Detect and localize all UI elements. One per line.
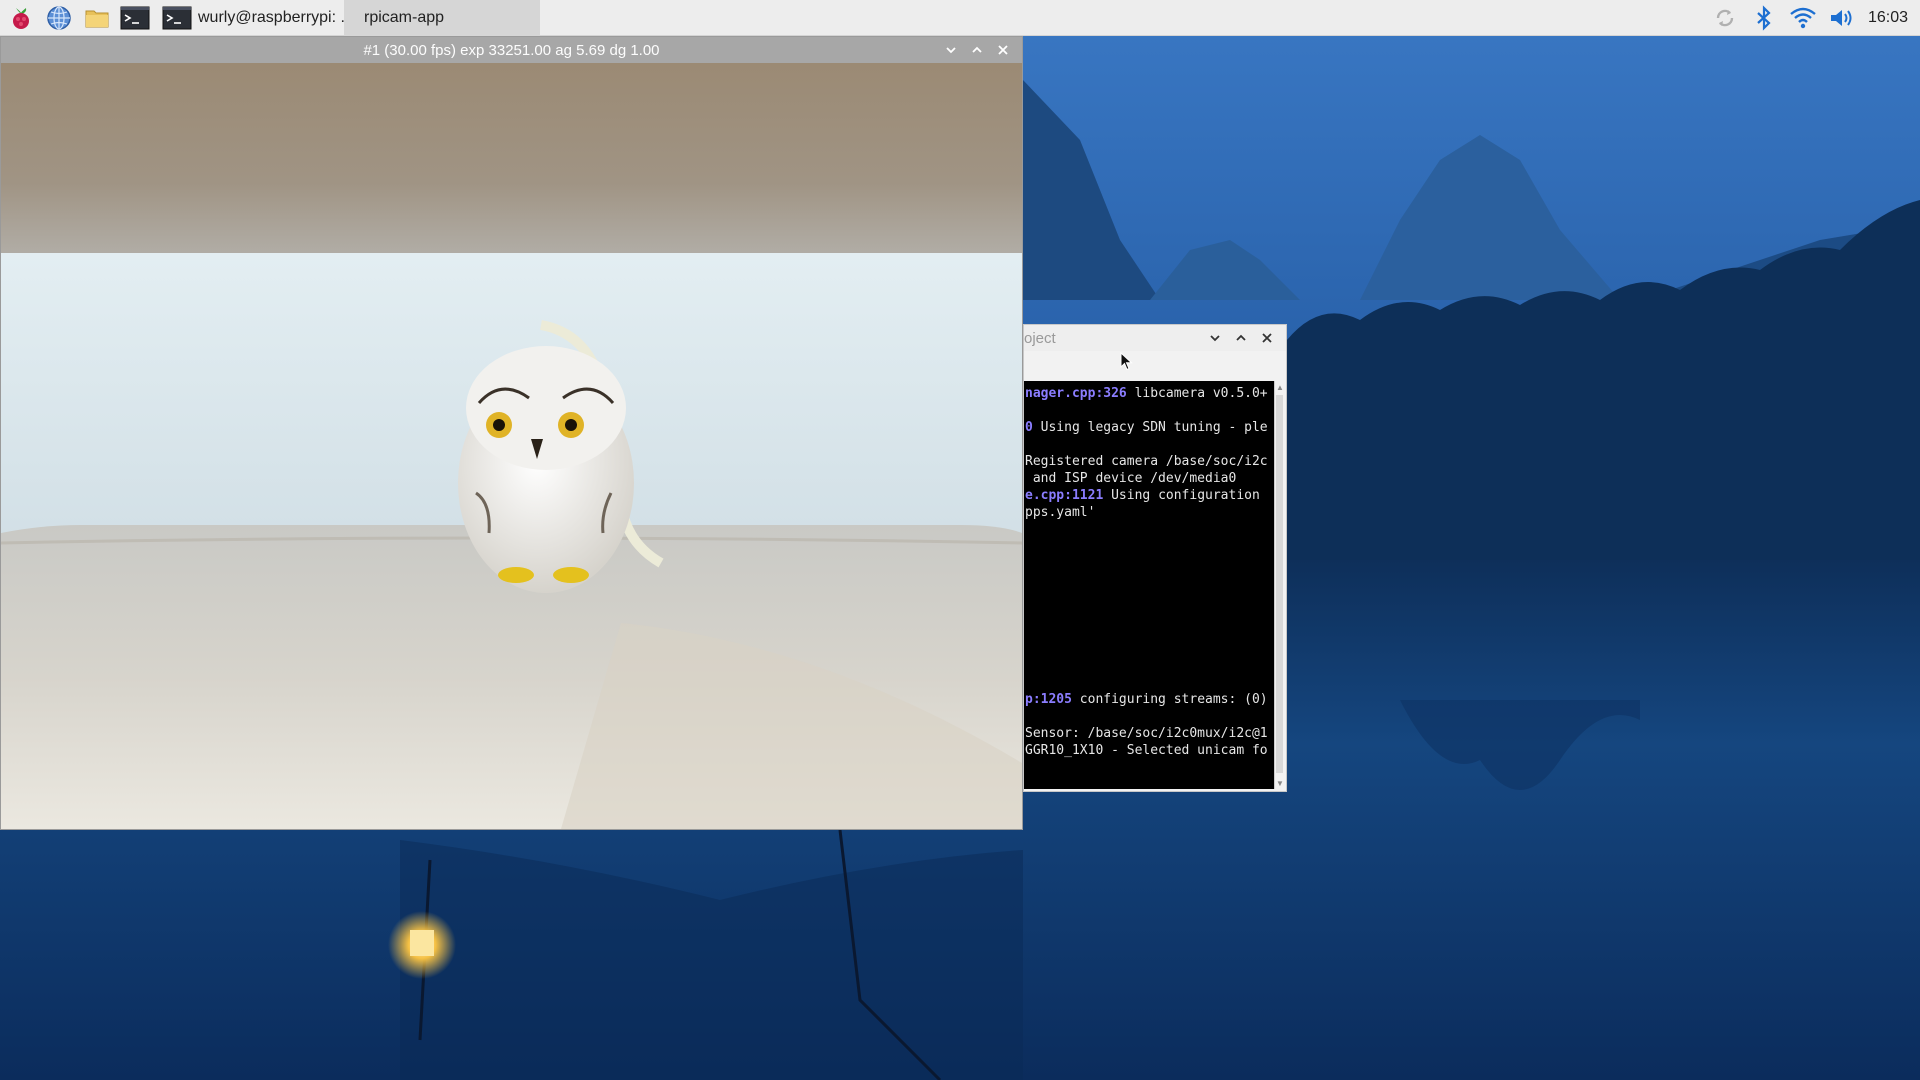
- update-sync-icon[interactable]: [1710, 3, 1740, 33]
- volume-icon[interactable]: [1827, 3, 1857, 33]
- camera-preview-window[interactable]: #1 (30.00 fps) exp 33251.00 ag 5.69 dg 1…: [0, 36, 1023, 830]
- minimize-button[interactable]: [1202, 325, 1228, 351]
- terminal-output[interactable]: nager.cpp:326 libcamera v0.5.0+ 0 Using l…: [1024, 381, 1274, 789]
- chevron-down-icon: [946, 47, 956, 54]
- preview-titlebar[interactable]: #1 (30.00 fps) exp 33251.00 ag 5.69 dg 1…: [1, 37, 1022, 63]
- maximize-button[interactable]: [1228, 325, 1254, 351]
- taskbar: wurly@raspberrypi: ... rpicam-app 16:03: [0, 0, 1920, 36]
- terminal-line-text: Sensor: /base/soc/i2c0mux/i2c@1: [1025, 726, 1268, 741]
- minimize-button[interactable]: [938, 37, 964, 63]
- task-terminal-label: wurly@raspberrypi: ...: [198, 8, 344, 26]
- scroll-up-icon[interactable]: ▲: [1275, 381, 1285, 393]
- chevron-down-icon: [1210, 335, 1220, 342]
- terminal-line: p:1205 configuring streams: (0): [1025, 691, 1274, 708]
- task-terminal[interactable]: wurly@raspberrypi: ...: [154, 0, 344, 36]
- preview-window-title: #1 (30.00 fps) exp 33251.00 ag 5.69 dg 1…: [363, 41, 660, 59]
- terminal-window[interactable]: oject nager.cpp:326 libcamera v0.5.0+ 0 U…: [1023, 324, 1287, 792]
- web-browser-icon[interactable]: [42, 1, 76, 35]
- terminal-titlebar[interactable]: oject: [1024, 325, 1286, 351]
- terminal-source-ref: p:1205: [1025, 692, 1072, 707]
- terminal-source-ref: nager.cpp:326: [1025, 386, 1127, 401]
- terminal-line-text: libcamera v0.5.0+: [1126, 386, 1268, 401]
- system-tray: 16:03: [1710, 0, 1920, 36]
- window-controls: [938, 37, 1016, 63]
- terminal-menubar: [1024, 351, 1286, 379]
- terminal-source-ref: 0: [1025, 420, 1033, 435]
- terminal-line-text: configuring streams: (0): [1071, 692, 1268, 707]
- close-icon: [1262, 333, 1272, 343]
- terminal-icon[interactable]: [118, 1, 152, 35]
- terminal-scrollbar[interactable]: ▲ ▼: [1274, 381, 1284, 789]
- close-button[interactable]: [990, 37, 1016, 63]
- task-rpicam-label: rpicam-app: [364, 8, 445, 26]
- terminal-window-title: oject: [1024, 329, 1056, 347]
- close-icon: [998, 45, 1008, 55]
- terminal-line: and ISP device /dev/media0: [1025, 470, 1274, 487]
- terminal-line: nager.cpp:326 libcamera v0.5.0+: [1025, 385, 1274, 402]
- camera-preview-image: [1, 63, 1022, 829]
- scrollbar-thumb[interactable]: [1276, 395, 1283, 773]
- maximize-button[interactable]: [964, 37, 990, 63]
- terminal-line-text: Registered camera /base/soc/i2c: [1025, 454, 1268, 469]
- terminal-line-text: Using legacy SDN tuning - ple: [1032, 420, 1268, 435]
- chevron-up-icon: [1236, 334, 1246, 341]
- chevron-up-icon: [972, 46, 982, 53]
- terminal-line-text: Using configuration: [1103, 488, 1260, 503]
- wifi-icon[interactable]: [1788, 3, 1818, 33]
- terminal-line-text: GGR10_1X10 - Selected unicam fo: [1025, 743, 1268, 758]
- terminal-line: 0 Using legacy SDN tuning - ple: [1025, 419, 1274, 436]
- mouse-pointer-icon: [1120, 351, 1134, 377]
- file-manager-icon[interactable]: [80, 1, 114, 35]
- task-rpicam-app[interactable]: rpicam-app: [344, 0, 540, 36]
- terminal-line-text: pps.yaml': [1025, 505, 1096, 520]
- terminal-line: Sensor: /base/soc/i2c0mux/i2c@1: [1025, 725, 1274, 742]
- window-controls: [1202, 325, 1280, 351]
- terminal-line: Registered camera /base/soc/i2c: [1025, 453, 1274, 470]
- terminal-icon: [162, 4, 192, 32]
- terminal-line: e.cpp:1121 Using configuration: [1025, 487, 1274, 504]
- terminal-line-text: and ISP device /dev/media0: [1025, 471, 1237, 486]
- close-button[interactable]: [1254, 325, 1280, 351]
- scroll-down-icon[interactable]: ▼: [1275, 777, 1285, 789]
- terminal-line: pps.yaml': [1025, 504, 1274, 521]
- clock[interactable]: 16:03: [1868, 9, 1908, 27]
- raspberry-menu-icon[interactable]: [4, 1, 38, 35]
- terminal-line: GGR10_1X10 - Selected unicam fo: [1025, 742, 1274, 759]
- bluetooth-icon[interactable]: [1749, 3, 1779, 33]
- terminal-source-ref: e.cpp:1121: [1025, 488, 1104, 503]
